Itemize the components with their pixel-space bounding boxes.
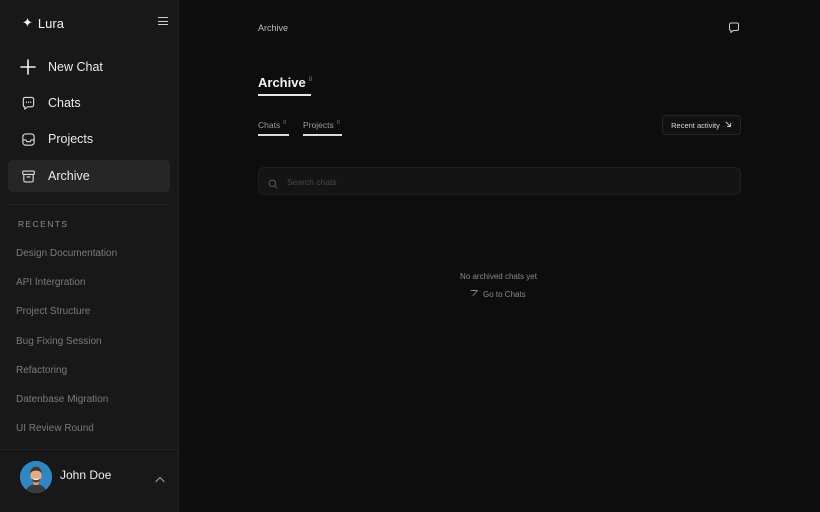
recent-item[interactable]: Datenbase Migration	[16, 394, 108, 405]
page-title: Archive 0	[258, 75, 312, 90]
chat-bubble-icon	[8, 96, 48, 111]
recent-item[interactable]: Project Structure	[16, 306, 90, 317]
title-underline	[258, 94, 311, 96]
search-icon	[268, 176, 278, 194]
recents-heading: RECENTS	[18, 219, 69, 229]
chevron-up-icon[interactable]	[155, 470, 165, 488]
archive-box-icon	[8, 169, 48, 184]
sidebar: ✦ Lura New Chat Chats Projects Archive R…	[0, 0, 179, 512]
recent-item[interactable]: UI Review Round	[16, 423, 94, 434]
archive-label: Archive	[48, 169, 90, 183]
sidebar-item-chats[interactable]: Chats	[8, 87, 170, 119]
user-name: John Doe	[60, 468, 112, 482]
search-bar[interactable]	[258, 167, 741, 195]
projects-label: Projects	[48, 132, 94, 146]
new-chat-button[interactable]: New Chat	[8, 51, 170, 83]
tab-projects-count: 0	[336, 120, 340, 126]
page-title-text: Archive	[258, 75, 306, 90]
go-to-chats-link[interactable]: Go to Chats	[470, 289, 526, 299]
tab-projects-label: Projects	[303, 120, 334, 130]
sort-label: Recent activity	[671, 120, 720, 130]
user-profile[interactable]: John Doe	[0, 449, 178, 512]
sidebar-item-archive[interactable]: Archive	[8, 160, 170, 192]
plus-icon	[8, 59, 48, 75]
sidebar-divider	[8, 204, 170, 205]
recent-item[interactable]: Design Documentation	[16, 248, 117, 259]
recent-item[interactable]: Refactoring	[16, 365, 67, 376]
brand[interactable]: ✦ Lura	[22, 15, 64, 31]
brand-name: Lura	[37, 15, 64, 31]
sidebar-item-projects[interactable]: Projects	[8, 123, 170, 155]
search-input[interactable]	[285, 173, 729, 191]
go-to-chats-label: Go to Chats	[483, 289, 526, 299]
tab-chats-underline	[258, 134, 289, 136]
sort-arrow-icon	[725, 121, 732, 130]
sort-dropdown[interactable]: Recent activity	[662, 115, 741, 135]
recent-item[interactable]: Bug Fixing Session	[16, 336, 102, 347]
new-chat-bubble-icon[interactable]	[728, 21, 740, 39]
tab-chats-count: 0	[283, 120, 287, 126]
tab-chats[interactable]: Chats 0	[258, 120, 286, 130]
page-title-count: 0	[308, 77, 313, 83]
breadcrumb: Archive	[258, 23, 289, 33]
avatar	[20, 461, 52, 493]
recent-item[interactable]: API Intergration	[16, 277, 85, 288]
chats-label: Chats	[48, 96, 81, 110]
tab-projects[interactable]: Projects 0	[303, 120, 340, 130]
send-arrow-icon	[470, 289, 479, 299]
inbox-icon	[8, 132, 48, 147]
sparkle-icon: ✦	[22, 15, 33, 30]
empty-state-message: No archived chats yet	[460, 272, 537, 281]
new-chat-label: New Chat	[48, 60, 103, 74]
hamburger-menu-icon[interactable]	[158, 17, 168, 26]
tab-projects-underline	[303, 134, 342, 136]
tab-chats-label: Chats	[258, 120, 281, 130]
